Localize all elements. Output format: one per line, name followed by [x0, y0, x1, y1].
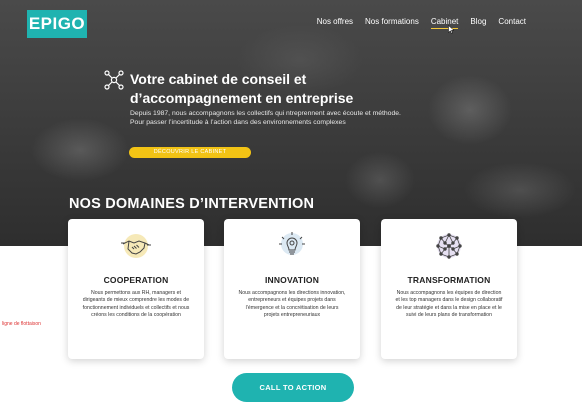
nav-item-nos-offres[interactable]: Nos offres	[317, 17, 353, 26]
nav-item-nos-formations[interactable]: Nos formations	[365, 17, 419, 26]
hero-banner: EPIGO Nos offres Nos formations Cabinet …	[0, 0, 582, 246]
logo[interactable]: EPIGO	[27, 10, 87, 38]
card-title: COOPERATION	[103, 275, 169, 285]
nav-item-contact[interactable]: Contact	[498, 17, 526, 26]
lightbulb-gear-icon	[279, 232, 305, 255]
card-transformation[interactable]: TRANSFORMATION Nous accompagnons les équ…	[381, 219, 517, 359]
card-innovation[interactable]: INNOVATION Nous accompagnons les directi…	[224, 219, 360, 359]
mouse-cursor-icon	[448, 25, 455, 34]
nav-item-blog[interactable]: Blog	[470, 17, 486, 26]
section-title: NOS DOMAINES D’INTERVENTION	[69, 196, 315, 212]
network-nodes-icon	[104, 70, 124, 90]
card-text: Nous accompagnons les équipes de directi…	[395, 290, 503, 318]
fold-line-note: ligne de flottaison	[2, 321, 41, 327]
call-to-action-button[interactable]: CALL TO ACTION	[232, 373, 354, 402]
hero-title-line-2: d’accompagnement en entreprise	[130, 90, 354, 106]
card-title: INNOVATION	[264, 275, 320, 285]
card-text: Nous permettons aux RH, managers et diri…	[82, 290, 190, 318]
main-nav: Nos offres Nos formations Cabinet Blog C…	[317, 17, 526, 29]
network-globe-icon	[436, 233, 462, 259]
hero-title-line-1: Votre cabinet de conseil et	[130, 71, 307, 87]
handshake-icon	[121, 234, 151, 258]
discover-cabinet-button[interactable]: DÉCOUVRIR LE CABINET	[129, 147, 251, 158]
card-cooperation[interactable]: COOPERATION Nous permettons aux RH, mana…	[68, 219, 204, 359]
hero-description: Depuis 1987, nous accompagnons les colle…	[130, 110, 401, 126]
card-text: Nous accompagnons les directions innovat…	[238, 290, 346, 318]
card-title: TRANSFORMATION	[407, 275, 491, 285]
